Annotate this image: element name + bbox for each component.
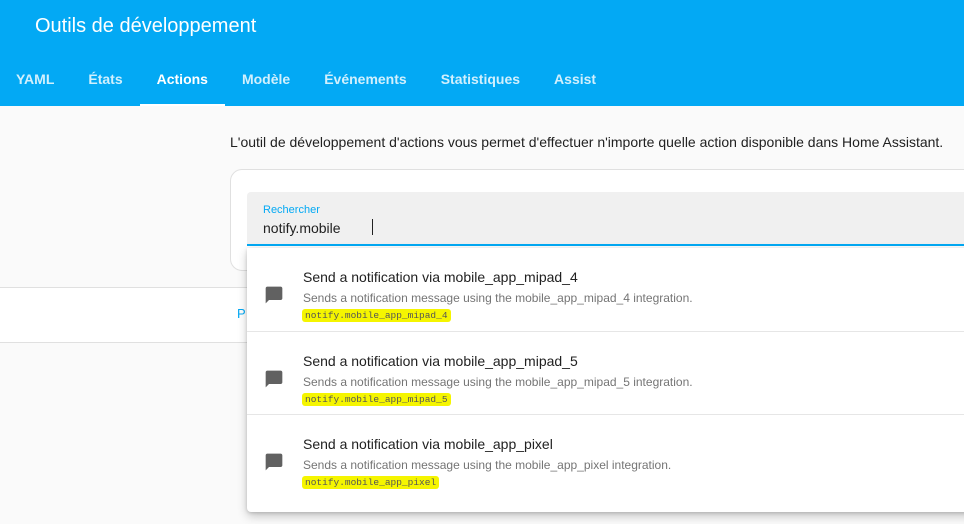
result-title: Send a notification via mobile_app_mipad… [303,353,578,369]
text-caret [372,219,373,235]
tab-bar: YAML États Actions Modèle Événements Sta… [0,52,613,106]
search-field[interactable]: Rechercher [247,192,964,246]
page-title: Outils de développement [35,15,257,37]
tab-statistics[interactable]: Statistiques [424,52,537,106]
toolbar-header: Outils de développement YAML États Actio… [0,0,964,106]
result-title: Send a notification via mobile_app_pixel [303,436,553,452]
result-action-id: notify.mobile_app_mipad_5 [302,393,451,406]
message-icon [265,286,283,304]
tab-yaml[interactable]: YAML [0,52,71,106]
message-icon [265,453,283,471]
result-option[interactable]: Send a notification via mobile_app_pixel… [247,414,964,497]
tab-states[interactable]: États [71,52,139,106]
result-action-id: notify.mobile_app_mipad_4 [302,309,451,322]
result-description: Sends a notification message using the m… [303,458,672,472]
result-title: Send a notification via mobile_app_mipad… [303,269,578,285]
result-option[interactable]: Send a notification via mobile_app_mipad… [247,331,964,414]
message-icon [265,370,283,388]
app-window: Outils de développement YAML États Actio… [0,0,964,524]
tab-assist[interactable]: Assist [537,52,613,106]
tab-actions[interactable]: Actions [139,52,226,106]
result-action-id: notify.mobile_app_pixel [302,476,440,489]
action-link-fragment[interactable]: P [237,306,246,321]
search-results-dropdown: Send a notification via mobile_app_mipad… [247,248,964,512]
intro-text: L'outil de développement d'actions vous … [230,134,944,150]
result-description: Sends a notification message using the m… [303,291,693,305]
search-label: Rechercher [263,204,320,216]
tab-events[interactable]: Événements [307,52,423,106]
search-input[interactable] [261,216,943,240]
result-option[interactable]: Send a notification via mobile_app_mipad… [247,248,964,331]
tab-template[interactable]: Modèle [225,52,307,106]
result-description: Sends a notification message using the m… [303,375,693,389]
